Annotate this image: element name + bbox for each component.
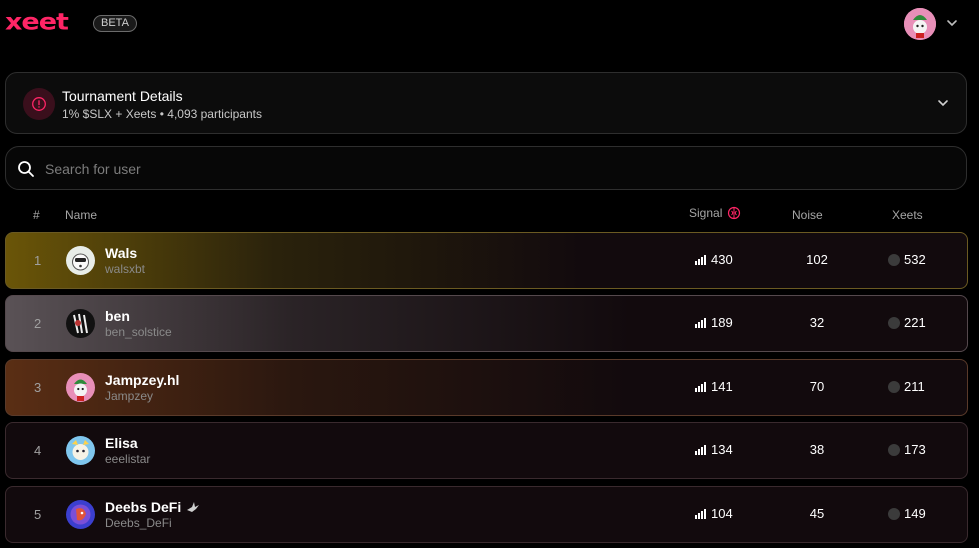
signal-value: 141: [711, 379, 733, 394]
xeets-value: 532: [904, 252, 926, 267]
avatar: [66, 500, 95, 529]
rank-number: 3: [34, 380, 42, 395]
signal-bars-icon: [695, 381, 706, 392]
user-display-name-text: ben: [105, 308, 130, 324]
signal-value: 430: [711, 252, 733, 267]
signal-score: 104: [695, 506, 733, 521]
bird-icon: [187, 502, 200, 512]
user-handle: Jampzey: [105, 389, 154, 403]
rank-number: 1: [34, 253, 42, 268]
rank-number: 5: [34, 507, 42, 522]
chevron-down-icon[interactable]: [945, 16, 959, 30]
column-header-xeets[interactable]: Xeets: [892, 208, 923, 222]
user-display-name[interactable]: ben: [105, 308, 130, 324]
xeets-score: 173: [888, 442, 926, 457]
xeets-score: 211: [888, 379, 925, 394]
user-avatar[interactable]: [904, 8, 936, 40]
avatar: [66, 309, 95, 338]
noise-score: 38: [809, 442, 825, 457]
xeets-value: 173: [904, 442, 926, 457]
avatar: [66, 246, 95, 275]
signal-score: 141: [695, 379, 733, 394]
user-handle: eeelistar: [105, 452, 151, 466]
leaderboard-row[interactable]: 3 Jampzey.hl Jampzey 141 70 211: [5, 359, 968, 416]
chevron-down-icon[interactable]: [936, 96, 950, 110]
beta-badge: BETA: [93, 15, 137, 32]
rank-number: 2: [34, 316, 42, 331]
xeet-logo[interactable]: xeet: [5, 11, 69, 34]
user-handle: ben_solstice: [105, 325, 172, 339]
user-display-name[interactable]: Wals: [105, 245, 137, 261]
user-display-name-text: Jampzey.hl: [105, 372, 180, 388]
avatar-image: [904, 8, 936, 40]
signal-bars-icon: [695, 508, 706, 519]
xeet-coin-icon: [888, 380, 900, 393]
rank-number: 4: [34, 443, 42, 458]
user-display-name[interactable]: Elisa: [105, 435, 138, 451]
avatar: [66, 436, 95, 465]
signal-score: 430: [695, 252, 733, 267]
signal-bars-icon: [695, 254, 706, 265]
column-header-name: Name: [65, 208, 98, 222]
xeets-score: 149: [888, 506, 926, 521]
signal-bars-icon: [695, 444, 706, 455]
signal-value: 134: [711, 442, 733, 457]
xeets-score: 532: [888, 252, 926, 267]
user-handle: Deebs_DeFi: [105, 516, 172, 530]
noise-score: 102: [806, 252, 828, 267]
avatar: [66, 373, 95, 402]
user-handle: walsxbt: [105, 262, 146, 276]
signal-value: 104: [711, 506, 733, 521]
search-bar[interactable]: [5, 146, 967, 190]
leaderboard-row[interactable]: 5 Deebs DeFi Deebs_DeFi 104 45 149: [5, 486, 968, 543]
xeet-coin-icon: [888, 316, 900, 329]
tournament-title: Tournament Details: [62, 88, 183, 104]
tournament-subtitle: 1% $SLX + Xeets • 4,093 participants: [62, 107, 262, 121]
xeets-value: 211: [904, 379, 925, 394]
signal-score: 134: [695, 442, 733, 457]
leaderboard-row[interactable]: 1 Wals walsxbt 430 102 532: [5, 232, 968, 289]
search-icon: [18, 161, 34, 177]
noise-score: 45: [809, 506, 825, 521]
leaderboard-row[interactable]: 4 Elisa eeelistar 134 38 173: [5, 422, 968, 479]
column-header-signal[interactable]: Signal: [689, 206, 741, 220]
user-display-name-text: Wals: [105, 245, 138, 261]
signal-value: 189: [711, 315, 733, 330]
column-header-rank: #: [33, 208, 40, 222]
xeets-score: 221: [888, 315, 926, 330]
user-display-name[interactable]: Deebs DeFi: [105, 499, 200, 515]
signal-bars-icon: [695, 317, 706, 328]
column-header-noise[interactable]: Noise: [792, 208, 823, 222]
noise-score: 32: [809, 315, 825, 330]
tournament-details-panel[interactable]: Tournament Details 1% $SLX + Xeets • 4,0…: [5, 72, 967, 134]
column-header-signal-label: Signal: [689, 206, 723, 220]
brain-icon: [728, 206, 741, 220]
info-icon: [23, 88, 55, 120]
signal-score: 189: [695, 315, 733, 330]
xeet-coin-icon: [888, 443, 900, 456]
search-input[interactable]: [45, 158, 925, 180]
xeets-value: 221: [904, 315, 926, 330]
xeet-coin-icon: [888, 253, 900, 266]
leaderboard-row[interactable]: 2 ben ben_solstice 189 32 221: [5, 295, 968, 352]
noise-score: 70: [809, 379, 825, 394]
user-display-name-text: Deebs DeFi: [105, 499, 182, 515]
xeets-value: 149: [904, 506, 926, 521]
user-display-name-text: Elisa: [105, 435, 138, 451]
xeet-coin-icon: [888, 507, 900, 520]
user-display-name[interactable]: Jampzey.hl: [105, 372, 179, 388]
